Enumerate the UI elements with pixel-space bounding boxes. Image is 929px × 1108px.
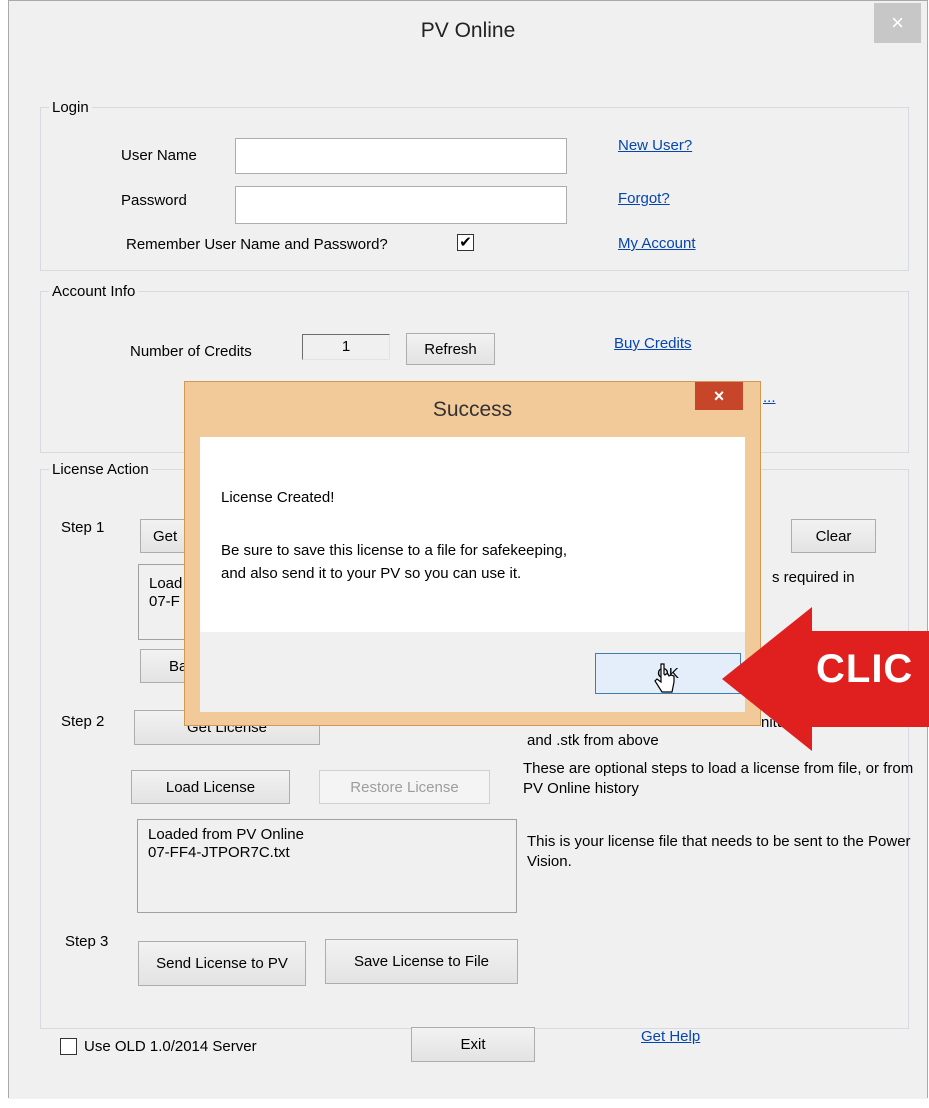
restore-license-button[interactable]: Restore License <box>319 770 490 804</box>
dialog-title: Success <box>432 398 513 421</box>
dialog-close-button[interactable]: × <box>695 382 743 410</box>
close-icon: × <box>891 10 904 35</box>
window-title: PV Online <box>420 19 516 42</box>
dialog-message-line2: Be sure to save this license to a file f… <box>221 542 568 559</box>
remember-checkbox[interactable]: ✔ <box>457 234 474 251</box>
get-help-link[interactable]: Get Help <box>641 1028 700 1045</box>
credits-value: 1 <box>302 334 390 360</box>
mouse-cursor-icon <box>654 663 675 693</box>
loaded-box-line1: Loaded from PV Online <box>148 826 304 843</box>
account-info-legend: Account Info <box>52 283 136 300</box>
my-account-link[interactable]: My Account <box>618 235 696 252</box>
new-user-link[interactable]: New User? <box>618 137 692 154</box>
username-input[interactable] <box>235 138 567 174</box>
loaded-license-box: Loaded from PV Online 07-FF4-JTPOR7C.txt <box>137 819 517 913</box>
window-close-button[interactable]: × <box>874 3 921 43</box>
buy-credits-link[interactable]: Buy Credits <box>614 335 692 352</box>
dialog-body: License Created! Be sure to save this li… <box>200 437 745 632</box>
step3-label: Step 3 <box>65 933 109 950</box>
dialog-message-line3: and also send it to your PV so you can u… <box>221 565 522 582</box>
forgot-link[interactable]: Forgot? <box>618 190 670 207</box>
step2-note-line2: and .stk from above <box>527 732 659 749</box>
load-license-button[interactable]: Load License <box>131 770 290 804</box>
dialog-message-title: License Created! <box>221 489 335 506</box>
step2-label: Step 2 <box>61 713 105 730</box>
title-bar: PV Online × <box>9 1 927 65</box>
close-icon: × <box>713 385 725 406</box>
exit-button[interactable]: Exit <box>411 1027 535 1062</box>
dialog-footer: OK <box>200 632 745 712</box>
old-server-checkbox[interactable] <box>60 1038 77 1055</box>
step1-label: Step 1 <box>61 519 105 536</box>
username-label: User Name <box>121 147 197 164</box>
refresh-button[interactable]: Refresh <box>406 333 495 365</box>
password-input[interactable] <box>235 186 567 224</box>
old-server-label: Use OLD 1.0/2014 Server <box>84 1038 257 1055</box>
loaded-box-line2: 07-FF4-JTPOR7C.txt <box>148 844 290 861</box>
send-license-button[interactable]: Send License to PV <box>138 941 306 986</box>
remember-label: Remember User Name and Password? <box>126 236 388 253</box>
login-legend: Login <box>52 99 89 116</box>
account-partial-link[interactable]: ... <box>763 389 776 406</box>
license-action-legend: License Action <box>52 461 149 478</box>
success-dialog: Success × License Created! Be sure to sa… <box>184 381 761 726</box>
license-file-note: This is your license file that needs to … <box>527 833 911 870</box>
callout-text: CLIC <box>816 647 914 691</box>
save-license-button[interactable]: Save License to File <box>325 939 518 984</box>
password-label: Password <box>121 192 187 209</box>
clear-button[interactable]: Clear <box>791 519 876 553</box>
credits-label: Number of Credits <box>130 343 252 360</box>
step1-note: s required in <box>772 569 855 586</box>
optional-steps-note: These are optional steps to load a licen… <box>523 760 914 797</box>
